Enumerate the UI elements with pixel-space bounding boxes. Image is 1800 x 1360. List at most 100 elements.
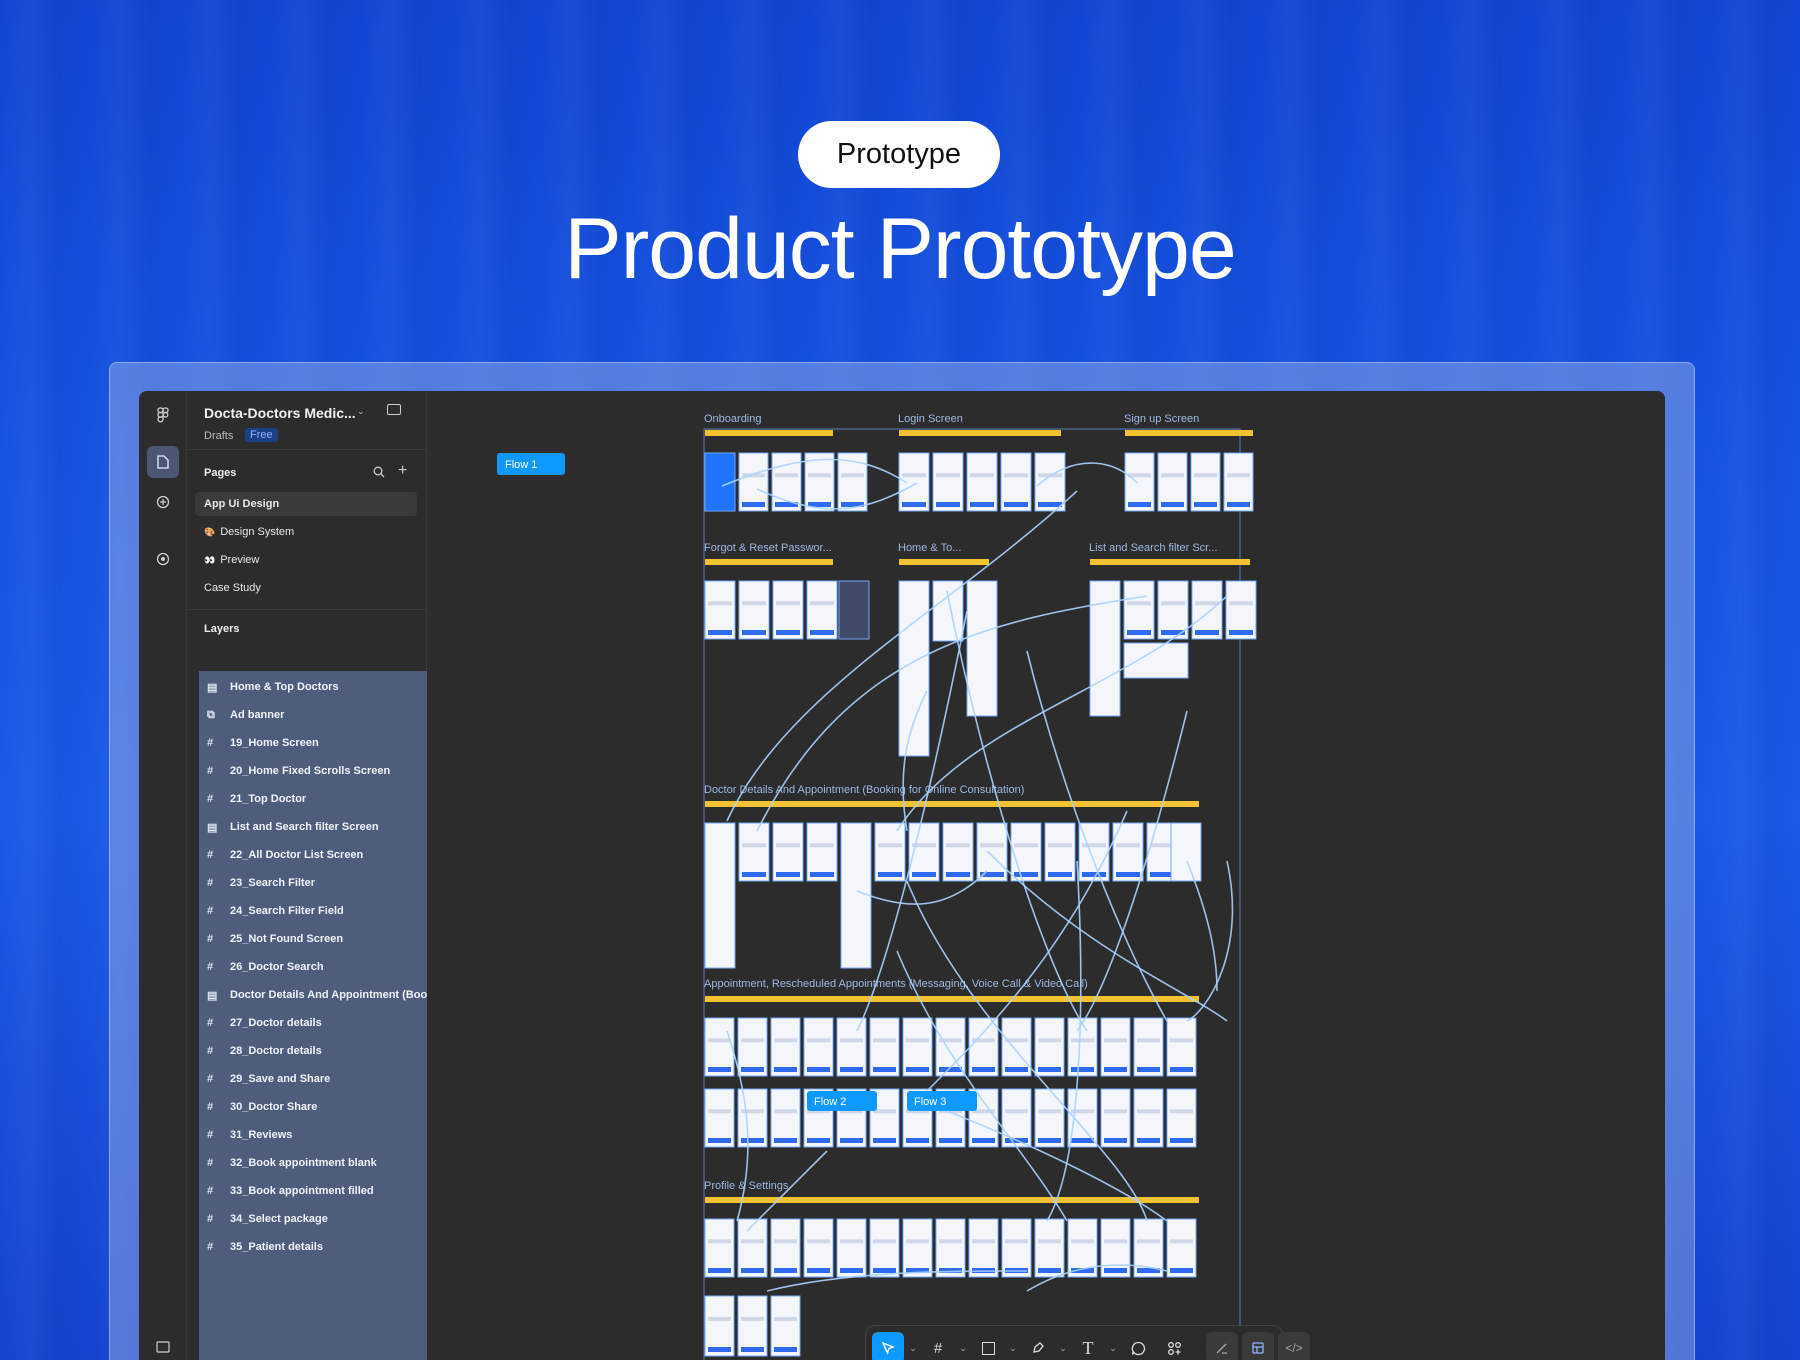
rectangle-tool-icon[interactable] <box>972 1332 1004 1360</box>
layer-item[interactable]: #25_Not Found Screen <box>207 929 343 949</box>
section-label: Doctor Details And Appointment (Booking … <box>704 784 1024 796</box>
section-bar <box>705 430 833 436</box>
screen-content <box>741 1109 764 1114</box>
dev-mode-icon[interactable]: </> <box>1278 1332 1310 1360</box>
section-label: Home & To... <box>898 542 961 554</box>
screen-content <box>774 1109 797 1114</box>
screen-content <box>775 473 798 478</box>
layer-item[interactable]: #20_Home Fixed Scrolls Screen <box>207 761 390 781</box>
section-label: Profile & Settings <box>704 1180 789 1192</box>
layer-item[interactable]: #28_Doctor details <box>207 1041 322 1061</box>
screen-content <box>741 1038 764 1043</box>
page-design-system[interactable]: 🎨 Design System <box>195 520 417 544</box>
prototype-canvas[interactable]: Onboarding Login Screen Sign up Screen Flow… <box>427 391 1665 1360</box>
screen-content <box>774 1239 797 1244</box>
palette-icon: 🎨 <box>204 526 216 537</box>
screen-content <box>840 1038 863 1043</box>
pen-tool-icon[interactable] <box>1022 1332 1054 1360</box>
layer-item[interactable]: #29_Save and Share <box>207 1069 330 1089</box>
screen-content <box>708 1317 731 1321</box>
actions-icon[interactable] <box>1158 1332 1190 1360</box>
move-tool-icon[interactable] <box>872 1332 904 1360</box>
page-preview[interactable]: 👀 Preview <box>195 548 417 572</box>
layer-item[interactable]: #26_Doctor Search <box>207 957 324 977</box>
screen-content <box>741 1317 764 1321</box>
layer-item[interactable]: ⧉ Ad banner <box>207 705 284 725</box>
screen-button <box>902 502 926 507</box>
screen-button <box>708 1067 731 1072</box>
frame-tool-icon[interactable]: # <box>922 1332 954 1360</box>
page-app-ui-design[interactable]: App Ui Design <box>195 492 417 516</box>
screen-content <box>1150 843 1174 848</box>
screen-content <box>807 1038 830 1043</box>
chevron-down-icon[interactable]: ⌄ <box>1108 1332 1118 1360</box>
layer-item[interactable]: ▤ List and Search filter Screen <box>207 817 379 837</box>
add-page-icon[interactable]: + <box>398 462 407 480</box>
screen-content <box>878 843 902 848</box>
screen-content <box>1048 843 1072 848</box>
chevron-down-icon[interactable]: ⌄ <box>1008 1332 1018 1360</box>
figma-logo-icon[interactable] <box>147 399 179 431</box>
divider <box>187 449 427 450</box>
draw-mode-icon[interactable] <box>1206 1332 1238 1360</box>
frame-icon: # <box>207 765 214 777</box>
page-case-study[interactable]: Case Study <box>195 576 417 600</box>
screen-content <box>1170 1038 1193 1043</box>
file-icon[interactable] <box>147 446 179 478</box>
screen-button <box>1014 872 1038 877</box>
canvas[interactable]: Onboarding Login Screen Sign up Screen Flow… <box>427 391 1665 1360</box>
screen-button <box>741 1138 764 1143</box>
screen-content <box>1161 601 1185 606</box>
screen-button <box>1104 1138 1127 1143</box>
search-icon[interactable] <box>373 465 385 483</box>
layer-item[interactable]: #19_Home Screen <box>207 733 319 753</box>
screen-frame <box>966 580 998 717</box>
layer-item[interactable]: #35_Patient details <box>207 1237 323 1257</box>
frame-icon: # <box>207 1213 214 1225</box>
layer-item[interactable]: #24_Search Filter Field <box>207 901 344 921</box>
frame-icon: # <box>207 933 214 945</box>
layer-item[interactable]: #33_Book appointment filled <box>207 1181 374 1201</box>
chevron-down-icon[interactable]: ⌄ <box>908 1332 918 1360</box>
plugins-icon[interactable] <box>147 543 179 575</box>
assets-icon[interactable] <box>147 486 179 518</box>
screen-content <box>1137 1239 1160 1244</box>
file-location[interactable]: Drafts <box>204 430 233 442</box>
chevron-down-icon[interactable]: ⌄ <box>1058 1332 1068 1360</box>
layer-item[interactable]: #32_Book appointment blank <box>207 1153 377 1173</box>
file-title[interactable]: Docta-Doctors Medic... <box>204 405 356 421</box>
frame-icon: # <box>207 793 214 805</box>
screen-button <box>1150 872 1174 877</box>
screen-button <box>840 1067 863 1072</box>
layer-item[interactable]: ▤ Home & Top Doctors <box>207 677 339 697</box>
screen-button <box>936 502 960 507</box>
layer-item[interactable]: #27_Doctor details <box>207 1013 322 1033</box>
sidebar-toggle-icon[interactable] <box>387 404 401 415</box>
layer-item[interactable]: #34_Select package <box>207 1209 328 1229</box>
section-label: Appointment, Rescheduled Appointments (M… <box>704 978 1088 990</box>
chevron-down-icon[interactable]: ⌄ <box>958 1332 968 1360</box>
text-tool-icon[interactable]: T <box>1072 1332 1104 1360</box>
section-bar <box>1090 559 1250 565</box>
screen-button <box>1128 502 1151 507</box>
screen-button <box>906 1138 929 1143</box>
design-mode-icon[interactable] <box>1242 1332 1274 1360</box>
frame-icon: # <box>207 877 214 889</box>
prototype-pill: Prototype <box>798 121 1000 188</box>
screen-content <box>708 1109 731 1114</box>
layer-item[interactable]: #23_Search Filter <box>207 873 315 893</box>
screen-button <box>946 872 970 877</box>
layer-item[interactable]: ▤ Doctor Details And Appointment (Boo <box>207 985 427 1005</box>
bottom-toolbar: ⌄ # ⌄ ⌄ ⌄ T ⌄ </> <box>865 1325 1310 1360</box>
screen-content <box>1170 1239 1193 1244</box>
screen-button <box>1071 1138 1094 1143</box>
ai-icon[interactable] <box>147 1331 179 1360</box>
screen-button <box>774 1138 797 1143</box>
layer-item[interactable]: #31_Reviews <box>207 1125 292 1145</box>
chevron-down-icon[interactable]: ⌄ <box>357 406 365 417</box>
comment-tool-icon[interactable] <box>1122 1332 1154 1360</box>
frame-icon: # <box>207 1073 214 1085</box>
layer-item[interactable]: #21_Top Doctor <box>207 789 306 809</box>
layer-item[interactable]: #22_All Doctor List Screen <box>207 845 363 865</box>
layer-item[interactable]: #30_Doctor Share <box>207 1097 317 1117</box>
